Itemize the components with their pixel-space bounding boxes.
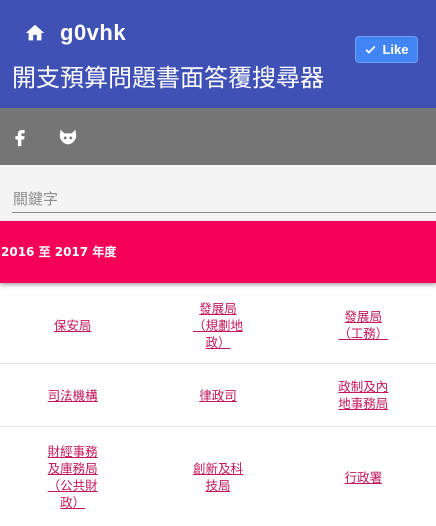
check-icon [366,45,376,54]
page-title: 開支預算問題書面答覆搜尋器 [12,64,324,92]
department-cell: 創新及科技局 [145,427,290,526]
department-cell: 發展局（規劃地政） [145,287,290,363]
department-link[interactable]: 行政署 [345,469,383,486]
search-input[interactable] [12,185,436,213]
department-cell: 行政署 [291,427,436,526]
department-cell: 財經事務及庫務局（公共財政） [0,427,145,526]
department-cell: 律政司 [145,364,290,426]
department-link[interactable]: 司法機構 [48,387,98,404]
department-link[interactable]: 發展局（工務） [334,308,392,342]
department-cell: 政制及內地事務局 [291,364,436,426]
like-button[interactable]: Like [355,36,418,63]
github-icon[interactable] [57,126,79,148]
social-bar [0,108,436,165]
department-grid: 保安局 發展局（規劃地政） 發展局（工務） 司法機構 律政司 政制及內地事務局 … [0,287,436,526]
year-banner[interactable]: 2016 至 2017 年度 [0,221,436,283]
department-link[interactable]: 創新及科技局 [189,460,247,494]
facebook-icon[interactable] [9,126,31,148]
department-link[interactable]: 政制及內地事務局 [334,378,392,412]
department-cell: 保安局 [0,287,145,363]
brand-name: g0vhk [60,20,127,45]
department-link[interactable]: 發展局（規劃地政） [189,300,247,351]
department-cell: 司法機構 [0,364,145,426]
app-header: g0vhk 開支預算問題書面答覆搜尋器 Like [0,0,436,108]
department-link[interactable]: 律政司 [199,387,237,404]
home-link[interactable]: g0vhk [24,20,126,46]
department-row: 司法機構 律政司 政制及內地事務局 [0,364,436,427]
like-label: Like [382,42,409,57]
department-link[interactable]: 保安局 [54,317,92,334]
department-row: 財經事務及庫務局（公共財政） 創新及科技局 行政署 [0,427,436,526]
department-link[interactable]: 財經事務及庫務局（公共財政） [44,443,102,511]
home-icon [25,24,45,41]
department-cell: 發展局（工務） [291,287,436,363]
department-row: 保安局 發展局（規劃地政） 發展局（工務） [0,287,436,364]
search-area [0,165,436,221]
